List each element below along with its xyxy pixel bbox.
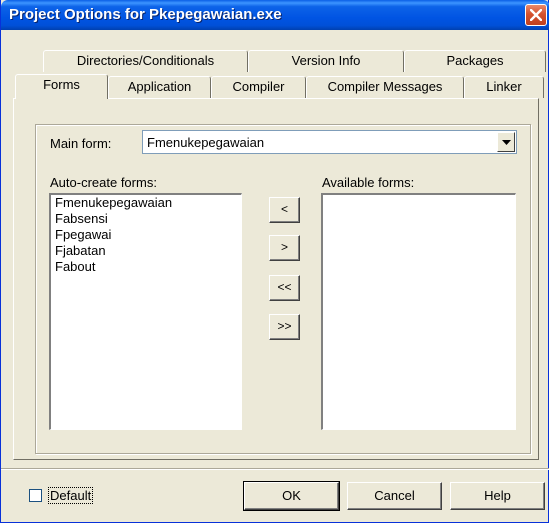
main-form-label: Main form:	[50, 136, 112, 151]
default-checkbox-label[interactable]: Default	[47, 487, 94, 504]
chevron-down-icon	[502, 140, 511, 145]
list-item[interactable]: Fpegawai	[51, 227, 241, 243]
close-icon	[530, 9, 542, 21]
tab-compiler-messages[interactable]: Compiler Messages	[306, 76, 464, 98]
available-forms-label: Available forms:	[322, 175, 415, 190]
tab-forms[interactable]: Forms	[15, 74, 108, 99]
tab-label: Forms	[43, 77, 80, 92]
tab-linker[interactable]: Linker	[464, 76, 544, 98]
auto-create-listbox[interactable]: Fmenukepegawaian Fabsensi Fpegawai Fjaba…	[49, 193, 242, 430]
move-left-button[interactable]: <	[269, 197, 300, 223]
close-button[interactable]	[525, 4, 547, 26]
footer-separator	[1, 468, 549, 470]
tab-label: Application	[127, 79, 192, 94]
window-title: Project Options for Pkepegawaian.exe	[9, 6, 282, 23]
ok-button[interactable]: OK	[243, 481, 340, 511]
tab-application[interactable]: Application	[108, 76, 211, 98]
help-button[interactable]: Help	[450, 482, 545, 510]
main-form-dropdown-button[interactable]	[497, 132, 515, 152]
tab-label: Version Info	[291, 53, 361, 68]
available-forms-listbox[interactable]	[321, 193, 516, 430]
cancel-button[interactable]: Cancel	[347, 482, 442, 510]
tab-compiler[interactable]: Compiler	[211, 76, 306, 98]
tab-version-info[interactable]: Version Info	[248, 50, 404, 72]
default-checkbox[interactable]	[29, 489, 42, 502]
dialog-window: Project Options for Pkepegawaian.exe Dir…	[0, 0, 549, 523]
tab-label: Packages	[446, 53, 504, 68]
tab-packages[interactable]: Packages	[404, 50, 546, 72]
main-form-value: Fmenukepegawaian	[147, 135, 265, 150]
auto-create-label: Auto-create forms:	[50, 175, 157, 190]
list-item[interactable]: Fabout	[51, 259, 241, 275]
list-item[interactable]: Fabsensi	[51, 211, 241, 227]
main-form-select[interactable]: Fmenukepegawaian	[142, 130, 517, 154]
tab-label: Directories/Conditionals	[76, 53, 215, 68]
tab-label: Linker	[486, 79, 522, 94]
move-all-left-button[interactable]: <<	[269, 275, 300, 301]
move-all-right-button[interactable]: >>	[269, 314, 300, 340]
list-item[interactable]: Fjabatan	[51, 243, 241, 259]
tab-label: Compiler Messages	[327, 79, 443, 94]
tab-directories-conditionals[interactable]: Directories/Conditionals	[43, 50, 248, 72]
tab-label: Compiler	[232, 79, 285, 94]
move-right-button[interactable]: >	[269, 235, 300, 261]
list-item[interactable]: Fmenukepegawaian	[51, 195, 241, 211]
title-bar[interactable]: Project Options for Pkepegawaian.exe	[1, 0, 549, 30]
